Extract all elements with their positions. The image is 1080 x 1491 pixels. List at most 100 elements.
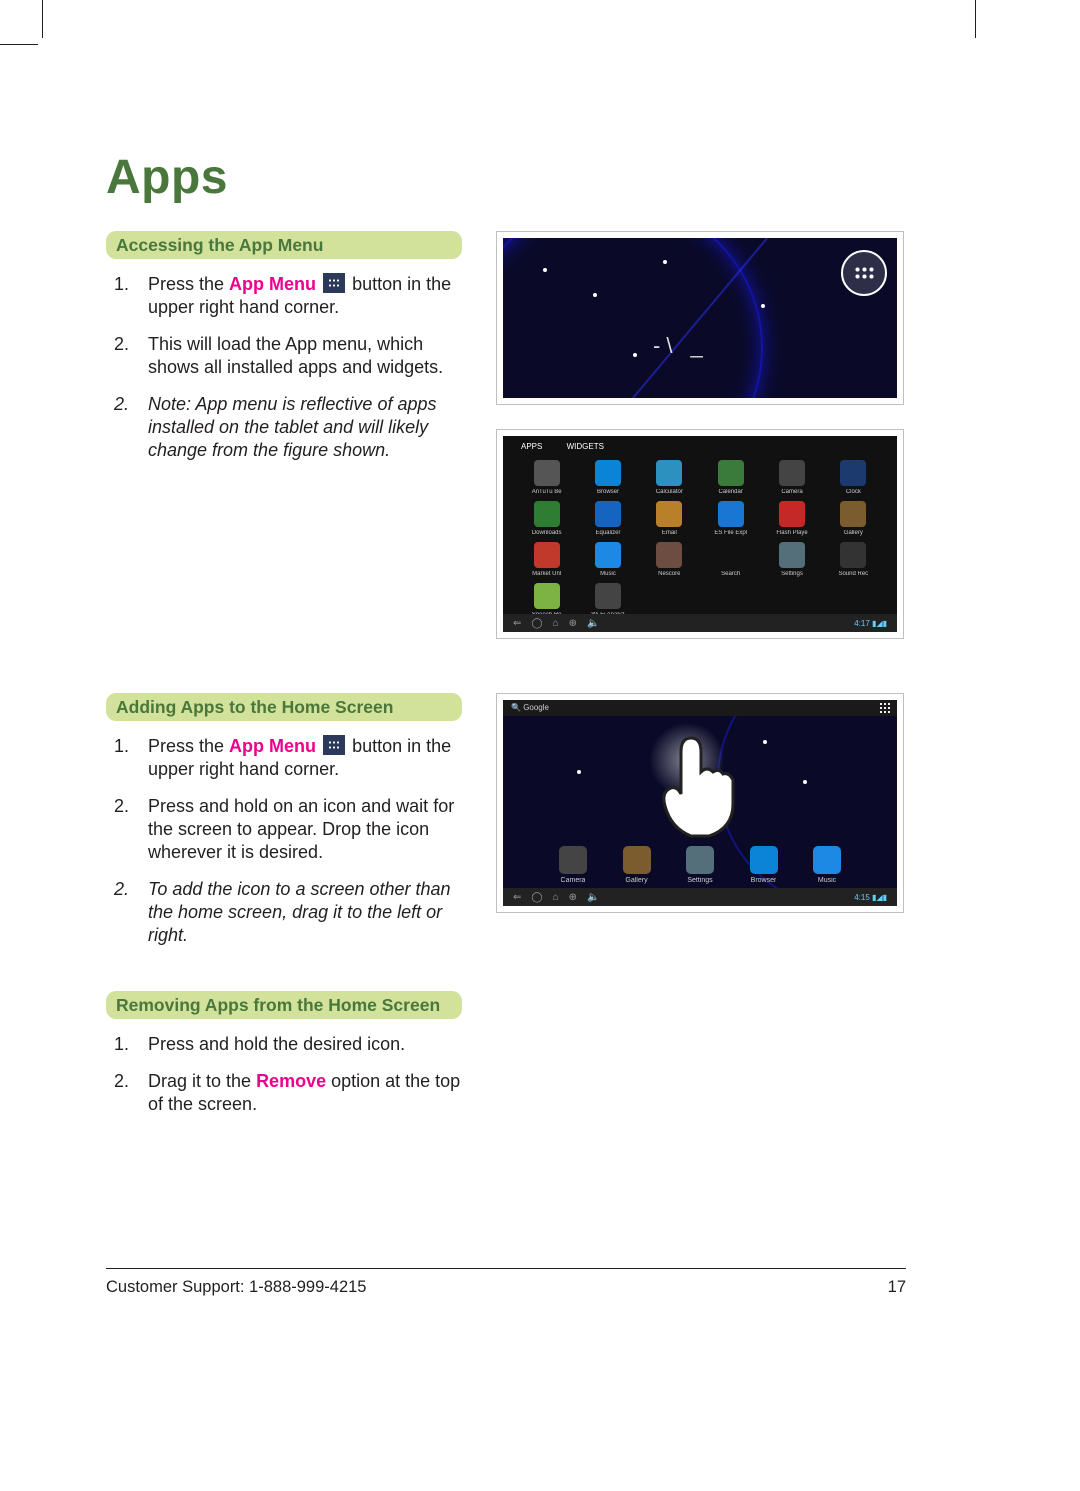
app-label: Music: [600, 571, 616, 577]
app-label: Email: [662, 530, 677, 536]
app-tile-icon: [840, 542, 866, 568]
section-heading-accessing: Accessing the App Menu: [106, 231, 462, 259]
app-label: Nescore: [658, 571, 680, 577]
app-icon: Music: [582, 542, 633, 577]
app-icon: Gallery: [828, 501, 879, 536]
nav-bar-icons: ⇐◯⌂⊕🔈: [513, 618, 609, 629]
app-tile-icon: [656, 460, 682, 486]
app-icon: Settings: [766, 542, 817, 577]
app-icon: ES File Expl: [705, 501, 756, 536]
crop-mark: [975, 0, 976, 38]
app-label: Flash Playe: [776, 530, 807, 536]
app-label: Browser: [751, 877, 777, 884]
app-label: Music: [818, 877, 836, 884]
app-icon: Nescore: [644, 542, 695, 577]
app-label: Calculator: [656, 489, 683, 495]
app-tile-icon: [656, 501, 682, 527]
text: Press the: [148, 274, 229, 294]
app-label: Market Unl: [532, 571, 561, 577]
section-heading-adding: Adding Apps to the Home Screen: [106, 693, 462, 721]
footer-rule: [106, 1268, 906, 1269]
app-tile-icon: [534, 460, 560, 486]
note: Note: App menu is reflective of apps ins…: [148, 393, 462, 462]
dock-app: Settings: [686, 846, 714, 884]
tab-widgets: WIDGETS: [567, 442, 604, 451]
app-tile-icon: [840, 501, 866, 527]
app-icon: Wi-Fi Analyz: [582, 583, 633, 618]
text: Press the: [148, 736, 229, 756]
app-icon: Market Unl: [521, 542, 572, 577]
app-tile-icon: [623, 846, 651, 874]
app-tile-icon: [656, 542, 682, 568]
keyword-app-menu: App Menu: [229, 274, 316, 294]
app-tile-icon: [718, 501, 744, 527]
app-tile-icon: [686, 846, 714, 874]
screenshot-home-corner: -\ _: [496, 231, 904, 405]
crop-mark: [42, 0, 43, 38]
step: Press and hold the desired icon.: [148, 1033, 462, 1056]
section-heading-removing: Removing Apps from the Home Screen: [106, 991, 462, 1019]
app-icon: Calendar: [705, 460, 756, 495]
app-icon: Email: [644, 501, 695, 536]
app-tile-icon: [779, 542, 805, 568]
app-tile-icon: [813, 846, 841, 874]
step: Press and hold on an icon and wait for t…: [148, 795, 462, 864]
app-label: Camera: [781, 489, 802, 495]
app-label: Downloads: [532, 530, 562, 536]
step: Drag it to the Remove option at the top …: [148, 1070, 462, 1116]
app-tile-icon: [595, 583, 621, 609]
app-label: Settings: [687, 877, 712, 884]
clock-widget-icon: -\ _: [653, 333, 709, 359]
app-icon: Search: [705, 542, 756, 577]
app-label: Clock: [846, 489, 861, 495]
app-tile-icon: [534, 583, 560, 609]
footer-support: Customer Support: 1-888-999-4215: [106, 1278, 367, 1297]
dock-app: Browser: [750, 846, 778, 884]
app-tile-icon: [750, 846, 778, 874]
app-icon: Browser: [582, 460, 633, 495]
screenshot-drag-app: 🔍 Google CameraGallerySettingsBrowserMus…: [496, 693, 904, 913]
app-tile-icon: [534, 501, 560, 527]
page-title: Apps: [106, 150, 906, 205]
keyword-remove: Remove: [256, 1071, 326, 1091]
tab-apps: APPS: [521, 442, 542, 451]
page-number: 17: [888, 1278, 906, 1297]
app-icon: Calculator: [644, 460, 695, 495]
app-icon: Downloads: [521, 501, 572, 536]
app-label: Gallery: [625, 877, 647, 884]
app-icon: AnTuTu Be: [521, 460, 572, 495]
hand-pointer-icon: [651, 732, 741, 842]
app-tile-icon: [595, 501, 621, 527]
app-icon: Clock: [828, 460, 879, 495]
app-tile-icon: [779, 501, 805, 527]
app-icon: Equalizer: [582, 501, 633, 536]
app-grid-icon: [854, 266, 874, 280]
app-icon: Camera: [766, 460, 817, 495]
app-tile-icon: [595, 542, 621, 568]
app-label: Settings: [781, 571, 803, 577]
status-time: 4:15 ▮◢▮: [854, 893, 887, 902]
app-label: Sound Rec: [838, 571, 868, 577]
dock-app: Gallery: [623, 846, 651, 884]
app-tile-icon: [718, 460, 744, 486]
dock-app: Camera: [559, 846, 587, 884]
app-icon: Flash Playe: [766, 501, 817, 536]
app-label: ES File Expl: [714, 530, 747, 536]
app-label: AnTuTu Be: [532, 489, 562, 495]
dock-app: Music: [813, 846, 841, 884]
status-time: 4:17 ▮◢▮: [854, 619, 887, 628]
step: Press the App Menu button in the upper r…: [148, 273, 462, 319]
app-label: Gallery: [844, 530, 863, 536]
app-menu-button-highlight: [841, 250, 887, 296]
app-icon: Speech Re: [521, 583, 572, 618]
text: Drag it to the: [148, 1071, 256, 1091]
note: To add the icon to a screen other than t…: [148, 878, 462, 947]
app-label: Calendar: [718, 489, 742, 495]
app-tile-icon: [718, 542, 744, 568]
app-menu-icon: [879, 702, 891, 714]
app-menu-icon: [323, 273, 345, 293]
app-menu-icon: [323, 735, 345, 755]
app-tile-icon: [840, 460, 866, 486]
keyword-app-menu: App Menu: [229, 736, 316, 756]
app-label: Browser: [597, 489, 619, 495]
